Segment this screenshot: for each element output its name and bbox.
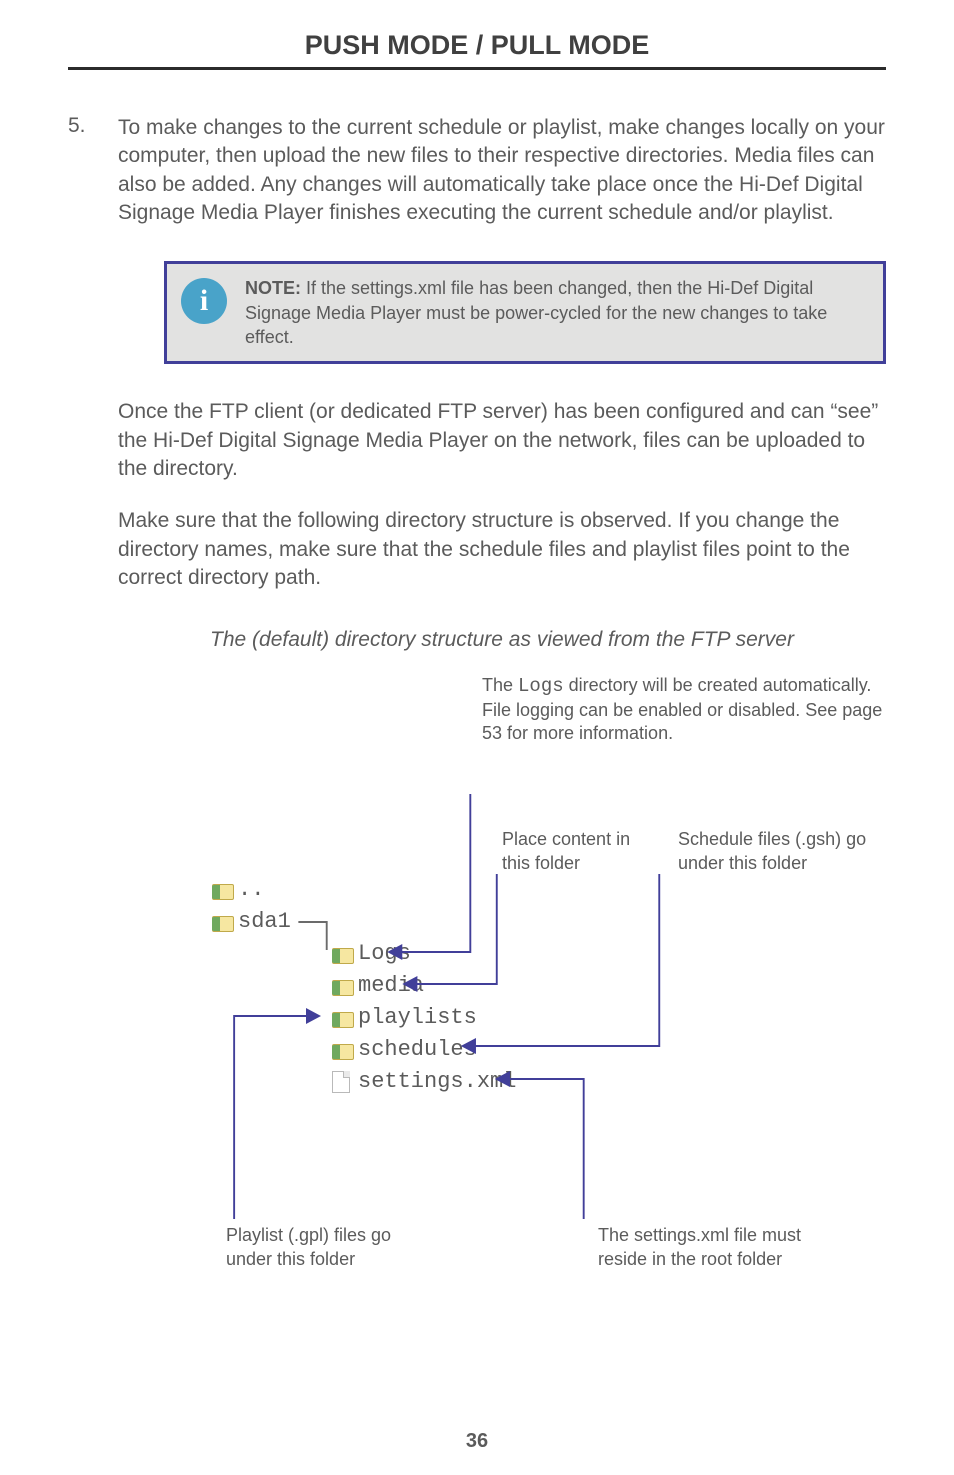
note-box: i NOTE: If the settings.xml file has bee… [164, 261, 886, 364]
logs-note: The Logs directory will be created autom… [482, 674, 886, 745]
tree-schedules: schedules [332, 1034, 516, 1066]
label-media: Place content in this folder [502, 828, 652, 875]
tree-logs: Logs [332, 938, 516, 970]
tree-playlists-label: playlists [358, 1002, 477, 1034]
step-text: To make changes to the current schedule … [118, 114, 886, 227]
folder-icon [332, 946, 352, 962]
directory-diagram: The Logs directory will be created autom… [168, 674, 886, 1304]
tree-playlists: playlists [332, 1002, 516, 1034]
folder-icon [332, 1042, 352, 1058]
note-label: NOTE: [245, 278, 301, 298]
tree-dotdot-label: .. [238, 874, 264, 906]
numbered-step: 5. To make changes to the current schedu… [68, 114, 886, 1304]
tree-logs-label: Logs [358, 938, 411, 970]
tree-dotdot: .. [212, 874, 516, 906]
folder-icon [212, 914, 232, 930]
page-number: 36 [0, 1430, 954, 1453]
note-text: NOTE: If the settings.xml file has been … [245, 276, 863, 349]
section-title: PUSH MODE / PULL MODE [68, 30, 886, 61]
diagram-caption: The (default) directory structure as vie… [118, 628, 886, 652]
tree-schedules-label: schedules [358, 1034, 477, 1066]
folder-icon [212, 882, 232, 898]
logs-note-code: Logs [518, 675, 564, 697]
paragraph-dirstructure: Make sure that the following directory s… [118, 507, 886, 592]
tree-sda1: sda1 [212, 906, 516, 938]
info-icon: i [181, 278, 227, 324]
tree-settings: settings.xml [332, 1066, 516, 1098]
step-number: 5. [68, 114, 118, 138]
tree-media: media [332, 970, 516, 1002]
label-schedules: Schedule files (.gsh) go under this fold… [678, 828, 878, 875]
tree-settings-label: settings.xml [358, 1066, 516, 1098]
directory-tree: .. sda1 Logs media [212, 874, 516, 1098]
file-icon [332, 1071, 350, 1093]
tree-media-label: media [358, 970, 424, 1002]
label-playlist: Playlist (.gpl) files go under this fold… [226, 1224, 426, 1271]
logs-note-pre: The [482, 675, 518, 695]
step-body: To make changes to the current schedule … [118, 114, 886, 1304]
folder-icon [332, 978, 352, 994]
title-rule [68, 67, 886, 70]
folder-icon [332, 1010, 352, 1026]
note-body: If the settings.xml file has been change… [245, 278, 827, 347]
paragraph-ftp: Once the FTP client (or dedicated FTP se… [118, 398, 886, 483]
page: PUSH MODE / PULL MODE 5. To make changes… [0, 0, 954, 1475]
label-settings: The settings.xml file must reside in the… [598, 1224, 818, 1271]
tree-sda1-label: sda1 [238, 906, 291, 938]
